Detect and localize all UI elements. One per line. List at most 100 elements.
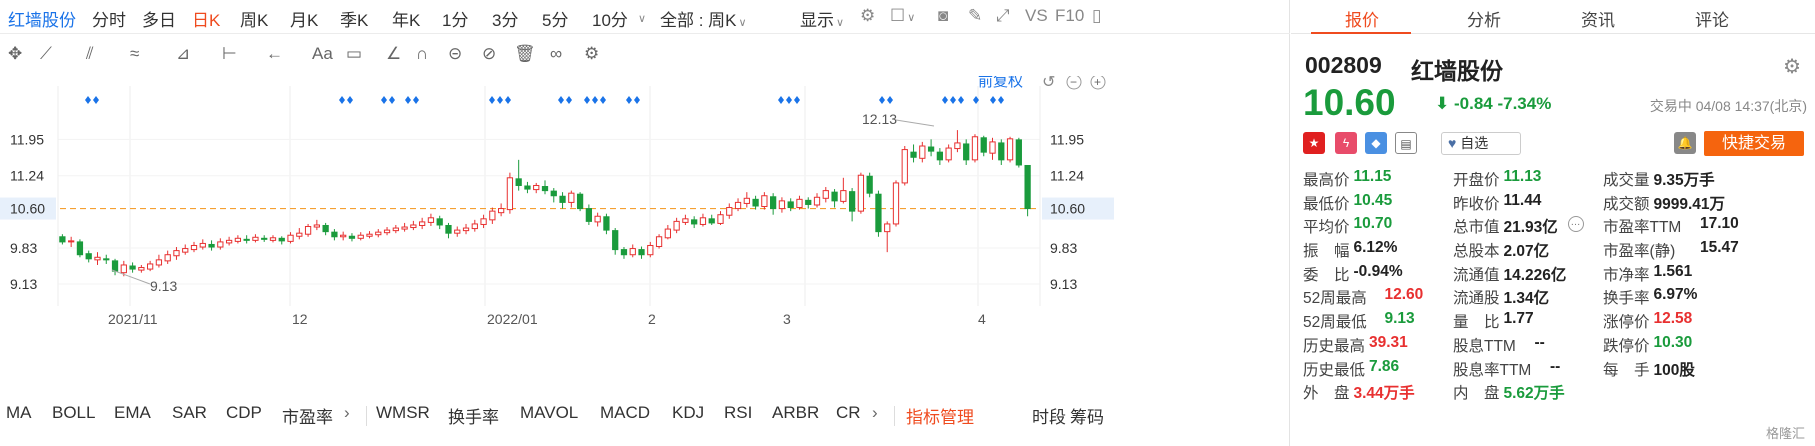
stat-label: 历史最高: [1303, 337, 1366, 355]
channel-tool-icon[interactable]: ⫽: [86, 44, 94, 64]
display-menu[interactable]: 显示 ∨: [800, 6, 844, 31]
indicator-pe[interactable]: 市盈率: [282, 403, 333, 428]
stat-label: 内 盘: [1453, 385, 1500, 403]
panel-toggle-icon[interactable]: ▯: [1092, 6, 1101, 26]
trash-icon[interactable]: 🗑: [514, 44, 536, 64]
fib-tool-icon[interactable]: ⊿: [176, 44, 190, 64]
signal-marker: [489, 96, 495, 104]
indicator-ema[interactable]: EMA: [114, 403, 151, 423]
stats-row: 最低价 10.45 昨收价 11.44 成交额 9999.41万: [1303, 192, 1813, 216]
text-tool-icon[interactable]: Aa: [312, 44, 333, 64]
tab-comments[interactable]: 评论: [1695, 6, 1729, 31]
flash-icon[interactable]: ϟ: [1335, 132, 1357, 154]
zoom-in-icon[interactable]: +: [1094, 76, 1101, 89]
candle-body: [357, 234, 364, 239]
period-segment-button[interactable]: 时段: [1032, 403, 1066, 428]
zoom-out-icon[interactable]: −: [1070, 76, 1077, 89]
chevron-right-icon[interactable]: ›: [872, 403, 878, 423]
signal-marker: [405, 96, 411, 104]
indicator-rsi[interactable]: RSI: [724, 403, 752, 423]
indicator-boll[interactable]: BOLL: [52, 403, 95, 423]
chevron-right-icon[interactable]: ›: [344, 403, 350, 423]
indicator-manage-button[interactable]: 指标管理: [906, 403, 974, 428]
stat-value: 11.15: [1353, 168, 1392, 185]
period-tab-1min[interactable]: 1分: [442, 6, 468, 31]
settings-icon[interactable]: ⚙: [860, 6, 875, 26]
stat-value: 21.93亿: [1503, 219, 1558, 237]
period-tab-10min[interactable]: 10分: [592, 6, 628, 31]
period-tab-multiday[interactable]: 多日: [142, 6, 176, 31]
line-tool-icon[interactable]: ⟋: [40, 44, 52, 64]
indicator-kdj[interactable]: KDJ: [672, 403, 704, 423]
stat-value: --: [1550, 357, 1561, 375]
period-tab-intraday[interactable]: 分时: [92, 6, 126, 31]
pencil-icon[interactable]: ✎: [968, 6, 982, 26]
signal-marker: [389, 96, 395, 104]
period-tab-daily[interactable]: 日K: [192, 6, 220, 31]
lock-icon[interactable]: ⊝: [448, 44, 462, 64]
candle-body: [910, 151, 917, 158]
range-select[interactable]: 全部 : 周K ∨: [660, 6, 747, 31]
candle-body: [963, 143, 970, 161]
hide-icon[interactable]: ⊘: [482, 44, 496, 64]
stock-name-link[interactable]: 红墙股份: [8, 6, 76, 31]
f10-button[interactable]: F10: [1055, 6, 1084, 26]
tab-quote[interactable]: 报价: [1345, 6, 1379, 31]
indicator-cdp[interactable]: CDP: [226, 403, 262, 423]
chevron-down-icon[interactable]: ∨: [638, 12, 646, 25]
period-tab-quarterly[interactable]: 季K: [340, 6, 368, 31]
period-tab-weekly[interactable]: 周K: [240, 6, 268, 31]
move-icon[interactable]: ✥: [8, 44, 22, 64]
comment-tool-icon[interactable]: ▭: [346, 44, 362, 64]
add-watchlist-button[interactable]: ♥ 自选: [1441, 132, 1521, 155]
bell-icon[interactable]: 🔔: [1674, 132, 1696, 154]
chip-distribution-button[interactable]: 筹码: [1070, 403, 1104, 428]
reset-icon[interactable]: ↺: [1042, 76, 1055, 91]
stat-label: 委 比: [1303, 266, 1350, 284]
wave-tool-icon[interactable]: ≈: [130, 44, 139, 64]
tab-news[interactable]: 资讯: [1581, 6, 1615, 31]
indicator-sar[interactable]: SAR: [172, 403, 207, 423]
angle-tool-icon[interactable]: ∠: [386, 44, 401, 64]
settings-icon[interactable]: ⚙: [1783, 54, 1801, 79]
candlestick-chart[interactable]: 12.13 9.13 11.95 11.95 11.24 11.24 10.60 10.60 9…: [0, 76, 1120, 396]
camera-icon[interactable]: ◙: [938, 6, 948, 26]
magnet-icon[interactable]: ∩: [416, 44, 428, 64]
candle-body: [436, 218, 443, 226]
indicator-mavol[interactable]: MAVOL: [520, 403, 578, 423]
candle-body: [550, 190, 557, 197]
indicator-wmsr[interactable]: WMSR: [376, 403, 430, 423]
indicator-turnover[interactable]: 换手率: [448, 403, 499, 428]
stat-label: 开盘价: [1453, 172, 1500, 189]
adjust-price-button[interactable]: 前复权: [978, 76, 1023, 90]
fullscreen-icon[interactable]: ⤢: [996, 6, 1010, 26]
vs-button[interactable]: VS: [1025, 6, 1048, 26]
indicator-ma[interactable]: MA: [6, 403, 32, 423]
stat-value: 11.13: [1503, 168, 1542, 185]
candle-body: [875, 193, 882, 233]
measure-tool-icon[interactable]: ⊢: [222, 44, 237, 64]
period-tab-monthly[interactable]: 月K: [290, 6, 318, 31]
period-tab-3min[interactable]: 3分: [492, 6, 518, 31]
candle-body: [427, 217, 435, 223]
quick-trade-button[interactable]: 快捷交易: [1704, 131, 1804, 156]
note-icon[interactable]: ▤: [1395, 132, 1417, 154]
tab-analysis[interactable]: 分析: [1467, 6, 1501, 31]
chart-style-icon[interactable]: ☐ ∨: [890, 6, 915, 26]
indicator-macd[interactable]: MACD: [600, 403, 650, 423]
period-tab-yearly[interactable]: 年K: [392, 6, 420, 31]
stats-row: 振 幅 6.12% 总股本 2.07亿 市盈率(静) 15.47: [1303, 239, 1813, 263]
candle-body: [927, 146, 935, 152]
period-tab-5min[interactable]: 5分: [542, 6, 568, 31]
tool-settings-icon[interactable]: ⚙: [584, 44, 599, 64]
indicator-cr[interactable]: CR: [836, 403, 861, 423]
arrow-tool-icon[interactable]: ←: [266, 44, 283, 64]
candle-body: [866, 175, 873, 194]
low-marker-line: [111, 269, 151, 285]
stock-name: 红墙股份: [1411, 58, 1503, 84]
tag-icon[interactable]: ◆: [1365, 132, 1387, 154]
link-icon[interactable]: ∞: [550, 44, 562, 64]
more-icon[interactable]: …: [1564, 215, 1584, 233]
candle-body: [822, 190, 829, 199]
indicator-arbr[interactable]: ARBR: [772, 403, 819, 423]
